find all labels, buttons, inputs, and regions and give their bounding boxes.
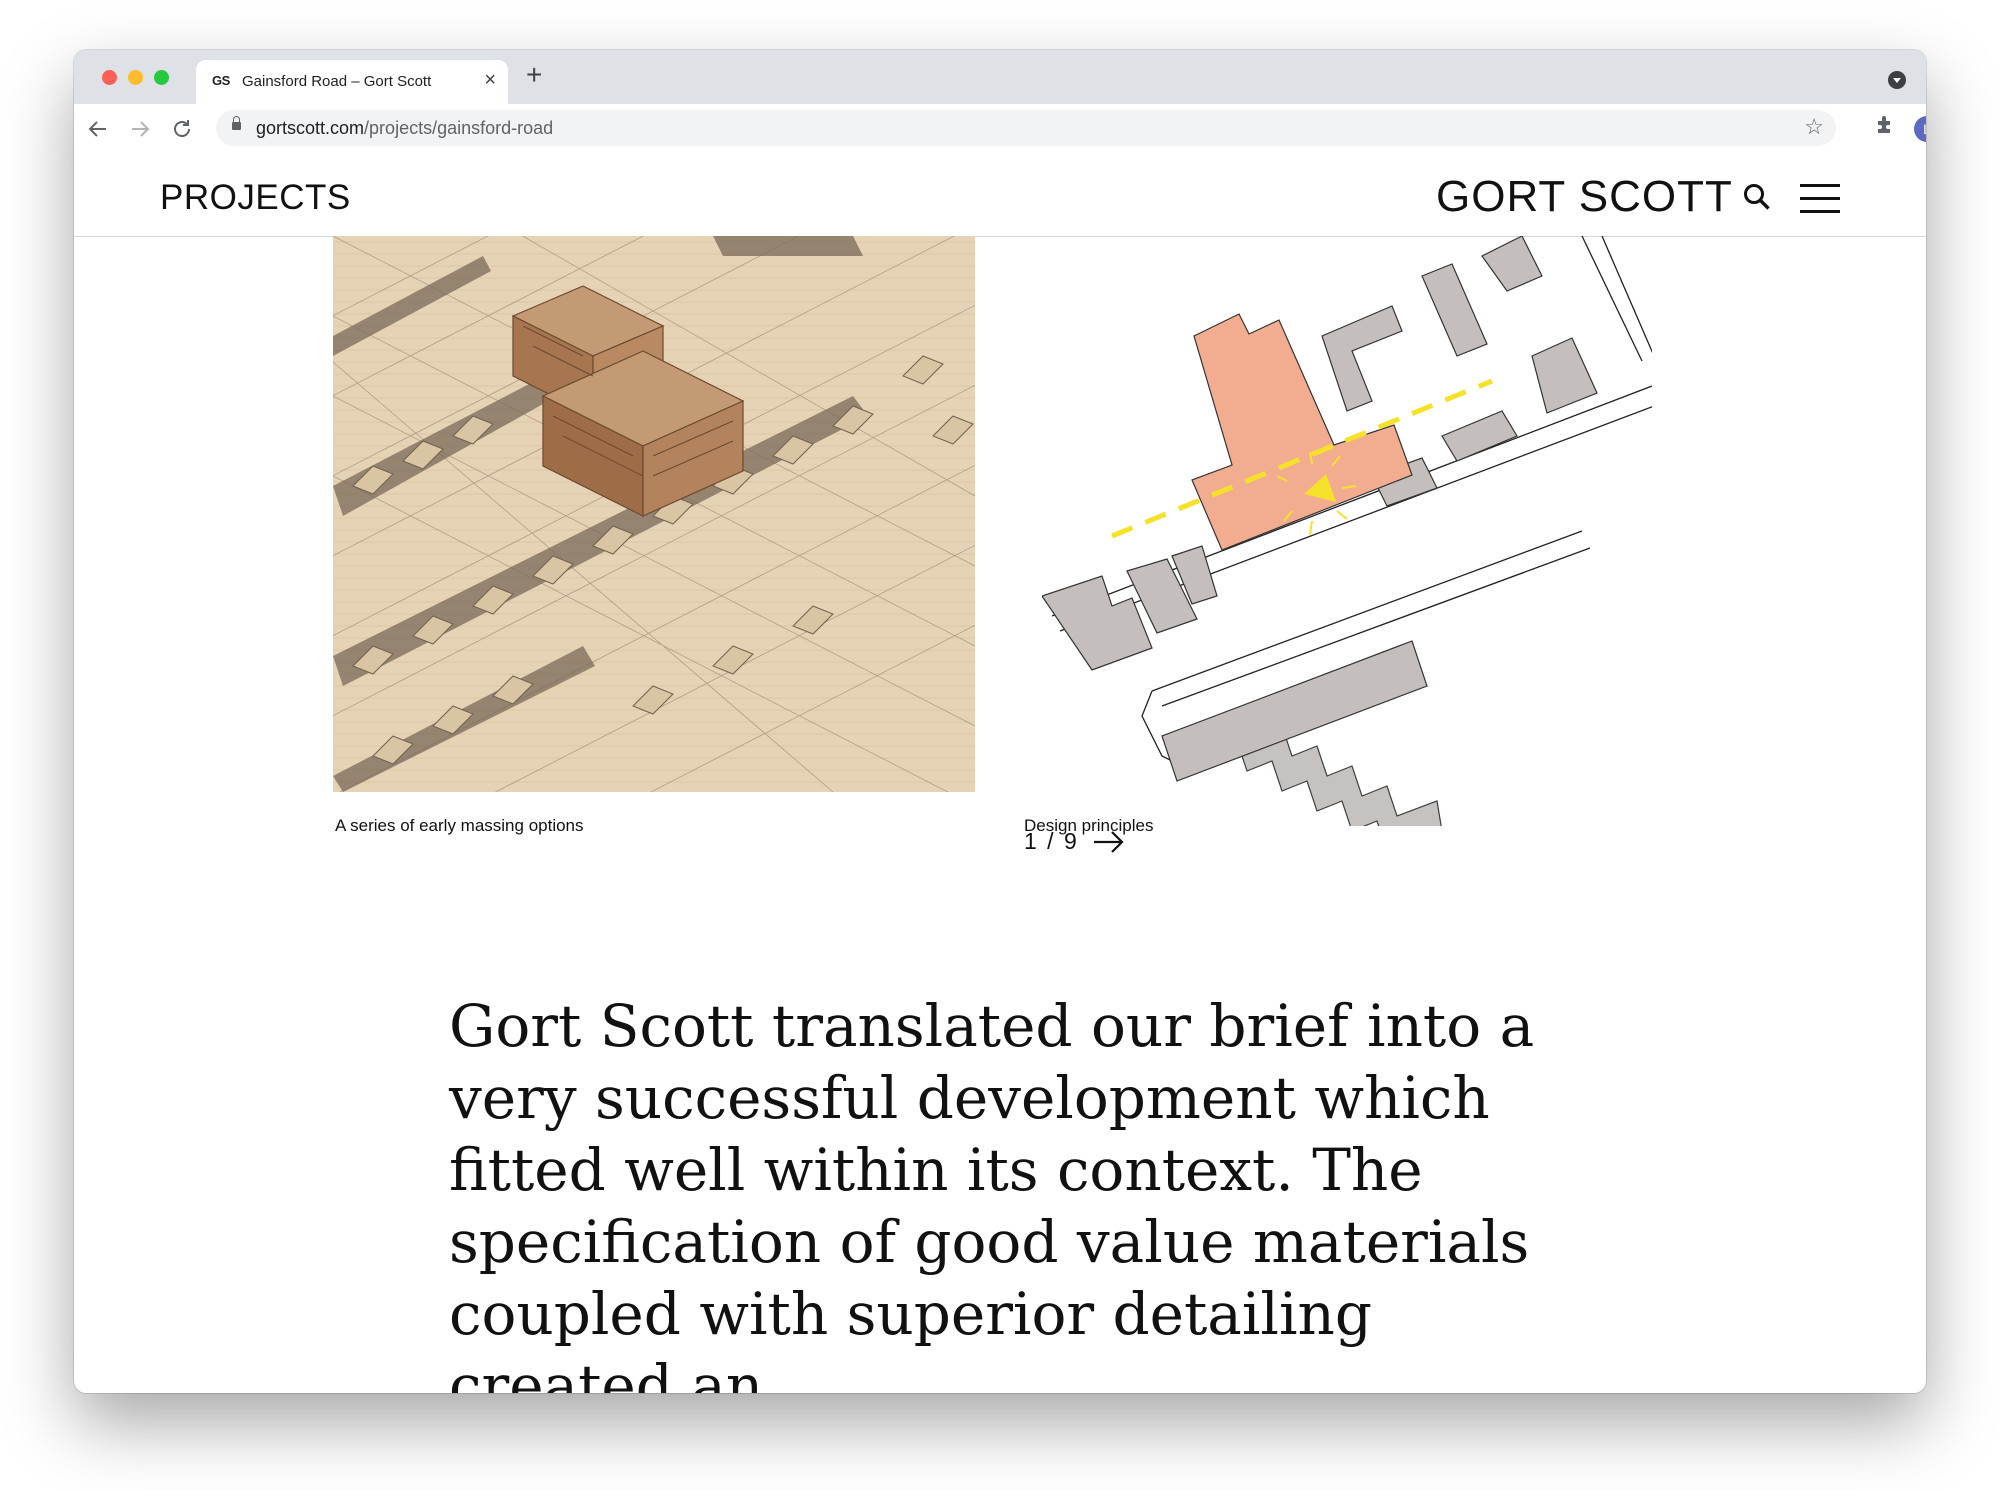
favicon-icon: GS: [212, 73, 230, 88]
site-header: PROJECTS GORT SCOTT: [74, 154, 1926, 237]
site-logo[interactable]: GORT SCOTT: [1436, 172, 1733, 222]
browser-toolbar: gortscott.com/projects/gainsford-road ☆ …: [74, 104, 1926, 155]
left-image-caption: A series of early massing options: [335, 816, 584, 835]
address-bar[interactable]: gortscott.com/projects/gainsford-road ☆: [216, 110, 1836, 146]
tab-title: Gainsford Road – Gort Scott: [242, 73, 432, 90]
url-host: gortscott.com: [256, 118, 365, 138]
hamburger-menu-icon[interactable]: [1800, 184, 1840, 214]
bookmark-star-icon[interactable]: ☆: [1804, 114, 1824, 140]
massing-model-image[interactable]: [333, 236, 975, 792]
maximize-window-button[interactable]: [154, 70, 169, 85]
reload-icon[interactable]: [166, 113, 198, 145]
testimonial-quote: Gort Scott translated our brief into a v…: [449, 992, 1535, 1393]
profile-avatar[interactable]: L: [1914, 116, 1926, 142]
extensions-icon[interactable]: [1874, 113, 1896, 141]
browser-tab[interactable]: GS Gainsford Road – Gort Scott ×: [196, 60, 508, 104]
forward-icon[interactable]: [124, 113, 156, 145]
back-icon[interactable]: [82, 113, 114, 145]
tab-close-icon[interactable]: ×: [484, 69, 496, 91]
search-icon[interactable]: [1742, 182, 1772, 212]
lock-icon: [232, 116, 241, 130]
section-title[interactable]: PROJECTS: [160, 178, 351, 218]
browser-window: GS Gainsford Road – Gort Scott × + gorts…: [74, 50, 1926, 1393]
url-path: /projects/gainsford-road: [364, 118, 554, 138]
url-text: gortscott.com/projects/gainsford-road: [256, 118, 553, 139]
new-tab-button[interactable]: +: [526, 60, 542, 90]
slide-counter: 1 / 9: [1024, 828, 1079, 854]
next-slide-arrow-icon[interactable]: [1092, 828, 1126, 856]
tab-search-icon[interactable]: [1888, 71, 1906, 89]
design-principles-image[interactable]: [1042, 236, 1652, 826]
close-window-button[interactable]: [102, 70, 117, 85]
minimize-window-button[interactable]: [128, 70, 143, 85]
tab-strip: GS Gainsford Road – Gort Scott × +: [74, 50, 1926, 104]
